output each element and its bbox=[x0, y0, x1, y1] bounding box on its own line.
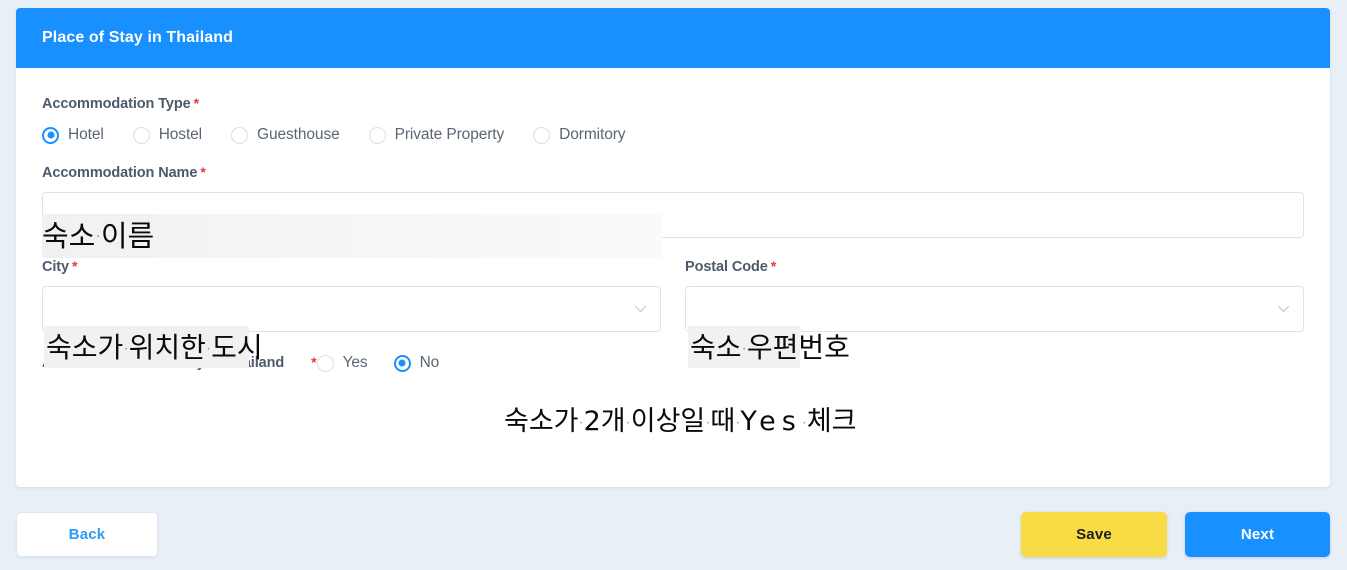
radio-label: No bbox=[419, 354, 440, 371]
additional-place-of-stay-label: Additional Place of Stay in Thailand bbox=[42, 355, 285, 371]
radio-option-guesthouse[interactable]: Guesthouse bbox=[231, 126, 340, 144]
accommodation-name-input[interactable] bbox=[42, 192, 1304, 238]
radio-label: Private Property bbox=[394, 126, 505, 143]
card-body: Accommodation Type * Hotel Hostel Guestho… bbox=[16, 68, 1330, 372]
radio-mark-icon bbox=[132, 126, 150, 144]
card-header: Place of Stay in Thailand bbox=[16, 8, 1330, 68]
footer-actions: Back Save Next bbox=[0, 487, 1347, 570]
additional-place-of-stay-group: Additional Place of Stay in Thailand * Ye… bbox=[42, 354, 1304, 372]
city-group: City * bbox=[42, 258, 661, 332]
radio-option-additional-no[interactable]: No bbox=[393, 354, 440, 372]
radio-label: Dormitory bbox=[559, 126, 626, 143]
radio-option-dormitory[interactable]: Dormitory bbox=[533, 126, 626, 144]
accommodation-type-label: Accommodation Type bbox=[42, 96, 191, 112]
accommodation-type-radios: Hotel Hostel Guesthouse Private Property bbox=[42, 126, 1304, 144]
city-select[interactable] bbox=[42, 286, 661, 332]
city-input-wrap bbox=[42, 286, 661, 332]
required-asterisk: * bbox=[72, 258, 78, 274]
additional-place-label-wrap: Additional Place of Stay in Thailand * bbox=[42, 354, 317, 372]
radio-label: Hostel bbox=[158, 126, 203, 143]
required-asterisk: * bbox=[193, 95, 200, 111]
postal-code-group: Postal Code * bbox=[685, 258, 1304, 332]
page-title: Place of Stay in Thailand bbox=[42, 29, 233, 46]
postal-code-input-wrap bbox=[685, 286, 1304, 332]
accommodation-type-group: Accommodation Type * Hotel Hostel Guestho… bbox=[42, 95, 1304, 144]
radio-mark-icon bbox=[316, 354, 334, 372]
required-asterisk: * bbox=[770, 258, 777, 274]
postal-code-label: Postal Code bbox=[685, 259, 768, 275]
save-button[interactable]: Save bbox=[1021, 512, 1167, 557]
radio-label: Yes bbox=[342, 354, 368, 371]
page-root: Place of Stay in Thailand Accommodation … bbox=[0, 0, 1347, 570]
city-label: City bbox=[42, 259, 69, 275]
accommodation-name-group: Accommodation Name * bbox=[42, 164, 1304, 238]
radio-option-hostel[interactable]: Hostel bbox=[132, 126, 203, 144]
radio-mark-icon bbox=[393, 354, 411, 372]
radio-option-additional-yes[interactable]: Yes bbox=[316, 354, 368, 372]
city-postal-row: City * Postal Code * bbox=[42, 258, 1304, 332]
postal-code-select[interactable] bbox=[685, 286, 1304, 332]
radio-option-private-property[interactable]: Private Property bbox=[368, 126, 505, 144]
back-button[interactable]: Back bbox=[16, 512, 158, 557]
next-button[interactable]: Next bbox=[1185, 512, 1330, 557]
required-asterisk: * bbox=[200, 164, 206, 180]
place-of-stay-card: Place of Stay in Thailand Accommodation … bbox=[16, 8, 1330, 487]
radio-label: Guesthouse bbox=[257, 126, 340, 143]
accommodation-name-input-wrap bbox=[42, 192, 1304, 238]
radio-mark-icon bbox=[533, 126, 551, 144]
radio-mark-icon bbox=[231, 126, 249, 144]
radio-label: Hotel bbox=[68, 126, 104, 143]
radio-option-hotel[interactable]: Hotel bbox=[42, 126, 104, 144]
radio-mark-icon bbox=[42, 126, 59, 144]
radio-mark-icon bbox=[368, 126, 386, 144]
accommodation-name-label: Accommodation Name bbox=[42, 165, 198, 181]
